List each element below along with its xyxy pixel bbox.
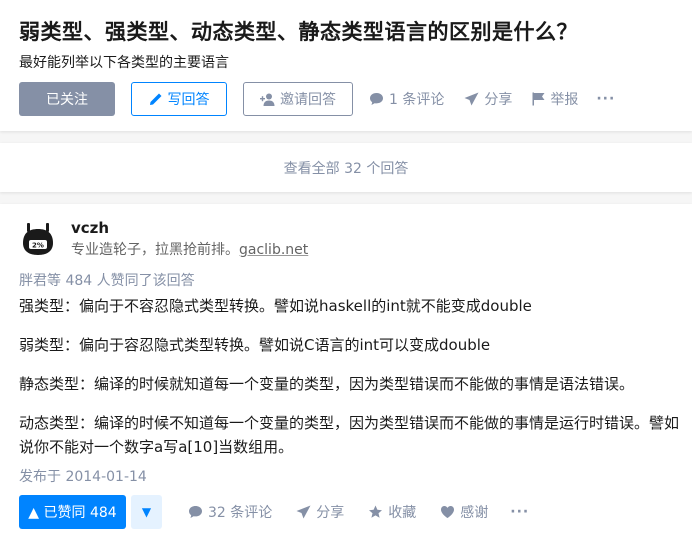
- question-detail: 最好能列举以下各类型的主要语言: [19, 55, 229, 71]
- question-more-button[interactable]: ···: [596, 91, 615, 107]
- avatar[interactable]: 2%: [19, 220, 57, 258]
- answer-content: 强类型：偏向于不容忍隐式类型转换。譬如说haskell的int就不能变成doub…: [19, 294, 679, 459]
- question-title[interactable]: 弱类型、强类型、动态类型、静态类型语言的区别是什么？: [19, 16, 578, 46]
- avatar-badge-text: 2%: [32, 242, 44, 250]
- vote-up-label: ▲ 已赞同 484: [28, 505, 117, 521]
- answer-share-label: 分享: [316, 505, 345, 521]
- question-comment-button[interactable]: 1 条评论: [369, 89, 444, 109]
- report-button[interactable]: 举报: [532, 89, 578, 109]
- view-all-answers-link[interactable]: 查看全部 32 个回答: [0, 143, 692, 192]
- voters-summary: 胖君等 484 人赞同了该回答: [19, 273, 195, 289]
- pencil-icon: [149, 93, 161, 105]
- vote-up-button[interactable]: ▲ 已赞同 484: [19, 495, 126, 529]
- answer-paragraph: 动态类型：编译的时候不知道每一个变量的类型，因为类型错误而不能做的事情是运行时错…: [19, 414, 680, 456]
- star-icon: [369, 505, 383, 518]
- author-bio: 专业造轮子，拉黑抢前排。gaclib.net: [71, 239, 308, 259]
- comment-bubble-icon: [370, 93, 383, 105]
- collect-label: 收藏: [388, 505, 417, 521]
- flag-icon: [532, 92, 545, 106]
- author-name[interactable]: vczh: [71, 219, 109, 237]
- followed-label: 已关注: [46, 92, 88, 108]
- write-answer-label: 写回答: [167, 92, 210, 108]
- answer-comment-button[interactable]: 32 条评论: [188, 502, 272, 522]
- collect-button[interactable]: 收藏: [368, 502, 416, 522]
- paper-plane-icon: [464, 92, 479, 106]
- write-answer-button[interactable]: 写回答: [131, 82, 227, 116]
- invite-answer-button[interactable]: 邀请回答: [243, 82, 353, 116]
- followed-button[interactable]: 已关注: [19, 82, 115, 116]
- publish-date[interactable]: 发布于 2014-01-14: [19, 466, 147, 486]
- answer-paragraph: 弱类型：偏向于容忍隐式类型转换。譬如说C语言的int可以变成double: [19, 336, 491, 354]
- answer-actions: ▲ 已赞同 484 ▼ 32 条评论 分享 收藏 感谢 ···: [19, 495, 529, 529]
- question-share-button[interactable]: 分享: [464, 89, 512, 109]
- answer-more-button[interactable]: ···: [510, 504, 529, 520]
- question-actions: 已关注 写回答 邀请回答 1 条评论 分享 举报 ···: [19, 82, 615, 116]
- paper-plane-icon: [296, 505, 311, 519]
- heart-icon: [441, 506, 455, 518]
- vote-down-icon: ▼: [141, 505, 152, 519]
- author-bio-link[interactable]: gaclib.net: [239, 242, 308, 258]
- thanks-button[interactable]: 感谢: [440, 502, 488, 522]
- answer-comment-label: 32 条评论: [208, 505, 273, 521]
- question-share-label: 分享: [484, 92, 513, 108]
- thanks-label: 感谢: [460, 505, 489, 521]
- vote-down-button[interactable]: ▼: [131, 495, 162, 529]
- invite-answer-label: 邀请回答: [280, 92, 336, 108]
- report-label: 举报: [550, 92, 579, 108]
- author-bio-text: 专业造轮子，拉黑抢前排。: [71, 242, 239, 258]
- question-card: 弱类型、强类型、动态类型、静态类型语言的区别是什么？ 最好能列举以下各类型的主要…: [0, 0, 692, 131]
- answer-card: 2% vczh 专业造轮子，拉黑抢前排。gaclib.net 胖君等 484 人…: [0, 204, 692, 549]
- question-comment-label: 1 条评论: [389, 92, 445, 108]
- view-all-answers-label: 查看全部 32 个回答: [283, 160, 409, 177]
- answer-paragraph: 强类型：偏向于不容忍隐式类型转换。譬如说haskell的int就不能变成doub…: [19, 297, 532, 315]
- add-user-icon: [260, 93, 275, 106]
- more-icon: ···: [596, 91, 616, 107]
- more-icon: ···: [510, 504, 530, 520]
- answer-share-button[interactable]: 分享: [296, 502, 344, 522]
- answer-paragraph: 静态类型：编译的时候就知道每一个变量的类型，因为类型错误而不能做的事情是语法错误…: [19, 375, 635, 393]
- comment-bubble-icon: [189, 506, 202, 518]
